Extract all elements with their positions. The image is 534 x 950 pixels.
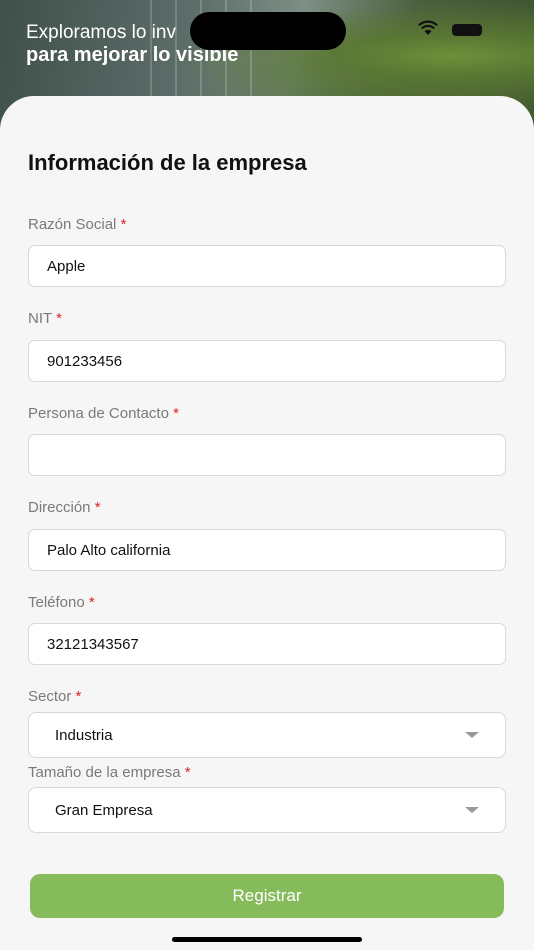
company-size-label: Tamaño de la empresa * bbox=[28, 764, 191, 781]
required-mark: * bbox=[94, 499, 101, 516]
required-mark: * bbox=[56, 310, 62, 327]
company-info-card: Información de la empresa Razón Social *… bbox=[0, 96, 534, 950]
address-input[interactable] bbox=[28, 529, 506, 571]
address-label: Dirección * bbox=[28, 499, 101, 516]
sector-label: Sector * bbox=[28, 688, 82, 705]
chevron-down-icon bbox=[465, 732, 479, 738]
required-mark: * bbox=[120, 216, 127, 233]
register-button[interactable]: Registrar bbox=[30, 874, 504, 918]
razon-social-label: Razón Social * bbox=[28, 216, 127, 233]
sector-value: Industria bbox=[55, 726, 113, 744]
battery-icon bbox=[452, 24, 482, 36]
page-title: Información de la empresa bbox=[28, 150, 307, 175]
sector-select[interactable]: Industria bbox=[28, 712, 506, 758]
required-mark: * bbox=[184, 764, 191, 781]
contact-person-input[interactable] bbox=[28, 434, 506, 476]
phone-input[interactable] bbox=[28, 623, 506, 665]
nit-label: NIT * bbox=[28, 310, 62, 327]
company-size-select[interactable]: Gran Empresa bbox=[28, 787, 506, 833]
razon-social-input[interactable] bbox=[28, 245, 506, 287]
dynamic-island bbox=[190, 12, 346, 50]
required-mark: * bbox=[75, 688, 82, 705]
required-mark: * bbox=[88, 594, 95, 611]
required-mark: * bbox=[173, 405, 179, 422]
chevron-down-icon bbox=[465, 807, 479, 813]
contact-person-label: Persona de Contacto * bbox=[28, 405, 179, 422]
wifi-icon bbox=[418, 20, 438, 35]
nit-input[interactable] bbox=[28, 340, 506, 382]
home-indicator bbox=[172, 937, 362, 942]
company-size-value: Gran Empresa bbox=[55, 801, 153, 819]
phone-label: Teléfono * bbox=[28, 594, 95, 611]
